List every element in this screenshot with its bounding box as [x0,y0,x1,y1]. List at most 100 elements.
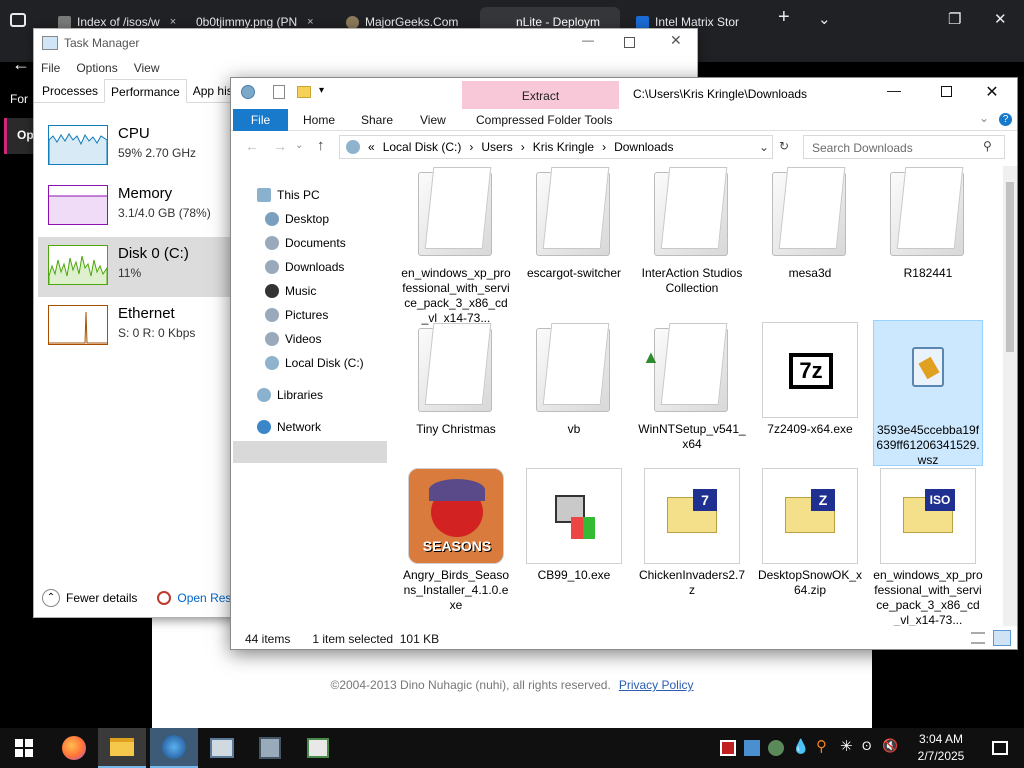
breadcrumb-local-disk[interactable]: Local Disk (C:) [383,140,462,154]
notification-center-button[interactable] [976,728,1024,768]
nav-item-this-pc[interactable]: This PC [257,184,320,206]
help-icon[interactable]: ? [999,113,1012,126]
start-button[interactable] [0,728,48,768]
privacy-policy-link[interactable]: Privacy Policy [619,678,694,692]
large-icons-view-icon[interactable] [993,630,1011,646]
address-dropdown-chevron-icon[interactable]: ⌄ [759,140,769,154]
nav-item-local-disk[interactable]: Local Disk (C:) [265,352,364,374]
tab-list-chevron-icon[interactable]: ⌄ [818,10,831,28]
nav-item-documents[interactable]: Documents [265,232,346,254]
properties-icon[interactable] [273,85,285,99]
maximize-button[interactable] [624,37,635,48]
nav-item-libraries[interactable]: Libraries [257,384,323,406]
menu-view[interactable]: View [134,61,160,75]
taskbar-app-4[interactable] [198,728,246,768]
file-item[interactable]: mesa3d [755,166,865,281]
file-item[interactable]: R182441 [873,166,983,281]
file-item[interactable]: Z DesktopSnowOK_x64.zip [755,468,865,598]
refresh-icon[interactable]: ↻ [779,139,789,153]
file-item[interactable]: 7 ChickenInvaders2.7z [637,468,747,598]
ribbon-tab-view[interactable]: View [420,113,446,127]
fewer-details-button[interactable]: Fewer details [66,591,137,605]
quick-access-chevron-icon[interactable]: ▾ [319,85,324,96]
close-icon[interactable]: ✕ [994,10,1007,28]
search-input[interactable]: Search Downloads [803,135,1005,159]
breadcrumb-kris-kringle[interactable]: Kris Kringle [533,140,594,154]
nav-item-network[interactable]: Network [257,416,321,438]
tray-volume-muted-icon[interactable]: 🔇 [882,738,898,754]
perf-item-memory[interactable]: Memory 3.1/4.0 GB (78%) [38,177,232,237]
file-item[interactable]: Tiny Christmas [401,322,511,437]
up-icon[interactable]: ↑ [317,137,325,154]
vertical-scrollbar[interactable] [1003,166,1017,626]
open-resource-monitor-link[interactable]: Open Reso [177,591,238,605]
file-item[interactable]: en_windows_xp_professional_with_service_… [401,166,511,326]
file-item[interactable]: escargot-switcher [519,166,629,281]
taskbar-nlite[interactable] [150,728,198,768]
back-icon[interactable]: ← [245,138,259,154]
extract-context-tab[interactable]: Extract [462,81,619,109]
address-bar[interactable]: « Local Disk (C:) › Users › Kris Kringle… [339,135,773,159]
new-folder-icon[interactable] [297,86,311,98]
close-button[interactable]: ✕ [969,82,1015,104]
tray-network-status-icon[interactable] [768,740,784,756]
folder-icon [408,166,504,262]
file-item-selected[interactable]: 3593e45ccebba19f639ff61206341529.wsz [873,320,983,467]
back-icon[interactable]: ← [12,54,30,75]
nav-item-downloads[interactable]: Downloads [265,256,344,278]
ribbon-tab-home[interactable]: Home [303,113,335,127]
taskbar-app-6[interactable] [294,728,342,768]
details-view-icon[interactable] [971,632,985,644]
taskbar-app-5[interactable] [246,728,294,768]
recent-locations-chevron-icon[interactable]: ⌄ [295,140,303,151]
tab-close-icon[interactable]: × [307,16,313,28]
page-left-button[interactable]: Op [4,118,34,154]
breadcrumb-downloads[interactable]: Downloads [614,140,673,154]
minimize-button[interactable]: — [582,33,594,47]
perf-item-ethernet[interactable]: Ethernet S: 0 R: 0 Kbps [38,297,232,357]
tab-close-icon[interactable]: × [170,16,176,28]
menu-file[interactable]: File [41,61,60,75]
tray-wifi-icon[interactable]: ʘ [862,739,878,755]
nav-item-desktop[interactable]: Desktop [265,208,329,230]
new-tab-button[interactable]: + [778,6,790,29]
taskbar-clock[interactable]: 3:04 AM 2/7/2025 [898,731,984,765]
file-item[interactable]: CB99_10.exe [519,468,629,583]
file-item[interactable]: SEASONS Angry_Birds_Seasons_Installer_4.… [401,468,511,613]
file-item[interactable]: InterAction Studios Collection [637,166,747,296]
scrollbar-thumb[interactable] [1006,182,1014,352]
taskbar-file-explorer[interactable] [98,728,146,768]
tray-snowflake-icon[interactable]: ✳ [840,737,856,755]
close-button[interactable]: ✕ [670,32,682,49]
breadcrumb-users[interactable]: Users [481,140,512,154]
tray-display-icon[interactable] [744,740,760,756]
ribbon-tab-file[interactable]: File [233,109,288,131]
nav-item-pictures[interactable]: Pictures [265,304,328,326]
ribbon-tab-share[interactable]: Share [361,113,393,127]
perf-item-cpu[interactable]: CPU 59% 2.70 GHz [38,117,232,177]
tab-performance[interactable]: Performance [104,79,187,103]
tray-drop-icon[interactable]: 💧 [792,738,809,754]
file-item[interactable]: ▲ WinNTSetup_v541_x64 [637,322,747,452]
forward-icon[interactable]: → [273,138,287,154]
file-item[interactable]: 7z 7z2409-x64.exe [755,322,865,437]
tray-search-icon[interactable]: ⚲ [816,737,832,755]
tray-monitor-icon[interactable] [720,740,736,756]
nav-item-music[interactable]: Music [265,280,316,302]
tab-processes[interactable]: Processes [36,79,104,103]
chevron-up-icon[interactable]: ⌃ [42,589,60,607]
ribbon-tab-compressed-folder-tools[interactable]: Compressed Folder Tools [476,113,613,127]
nav-item-videos[interactable]: Videos [265,328,321,350]
minimize-button[interactable]: — [871,82,917,104]
expand-ribbon-chevron-icon[interactable]: ⌄ [979,111,989,125]
menu-options[interactable]: Options [76,61,117,75]
task-manager-titlebar[interactable]: Task Manager [34,29,697,57]
file-item[interactable]: vb [519,322,629,437]
file-item[interactable]: ISO en_windows_xp_professional_with_serv… [873,468,983,626]
explorer-titlebar[interactable]: ▾ Extract C:\Users\Kris Kringle\Download… [231,78,1017,109]
taskbar-firefox[interactable] [50,728,98,768]
maximize-button[interactable] [923,82,969,104]
perf-item-disk[interactable]: Disk 0 (C:) 11% [38,237,232,297]
restore-icon[interactable]: ❐ [948,10,961,28]
browser-menu-icon[interactable] [10,13,26,27]
